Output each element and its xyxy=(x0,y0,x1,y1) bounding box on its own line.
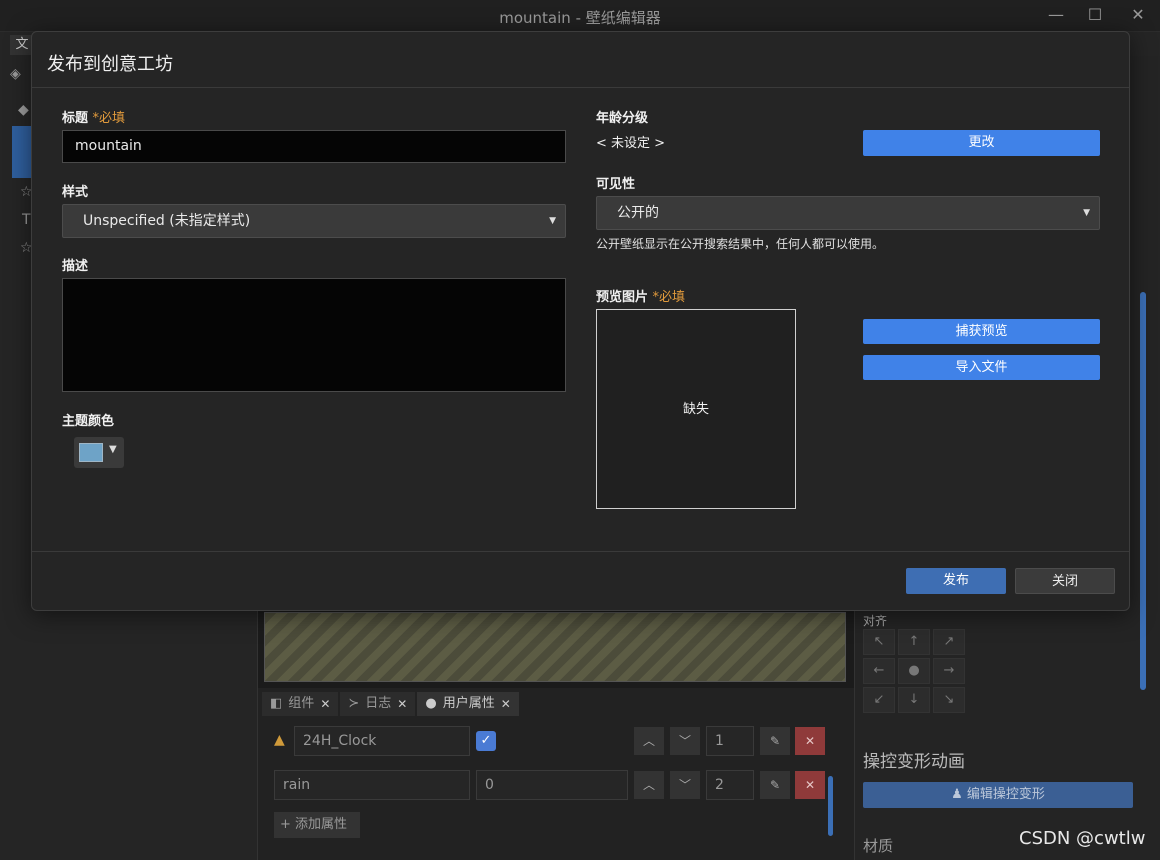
dialog-title: 发布到创意工坊 xyxy=(47,54,173,75)
close-tab-icon[interactable]: ✕ xyxy=(320,692,330,716)
move-up-icon[interactable]: ︿ xyxy=(634,771,664,799)
capture-preview-button[interactable]: 捕获预览 xyxy=(863,319,1100,344)
move-down-icon[interactable]: ﹀ xyxy=(670,771,700,799)
move-up-icon[interactable]: ︿ xyxy=(634,727,664,755)
property-order-field[interactable]: 1 xyxy=(706,726,754,756)
align-bottom-left-icon[interactable]: ↙ xyxy=(863,687,895,713)
delete-icon[interactable]: ✕ xyxy=(795,771,825,799)
chevron-down-icon: ▼ xyxy=(549,216,556,226)
change-age-rating-button[interactable]: 更改 xyxy=(863,130,1100,156)
style-select[interactable]: Unspecified (未指定样式) ▼ xyxy=(62,204,566,238)
publish-button[interactable]: 发布 xyxy=(906,568,1006,594)
add-property-button[interactable]: + 添加属性 xyxy=(274,812,360,838)
canvas-preview[interactable] xyxy=(264,612,846,682)
title-required-mark: *必填 xyxy=(92,111,126,126)
add-property-label: 添加属性 xyxy=(295,817,348,832)
divider xyxy=(32,551,1129,552)
close-button[interactable]: 关闭 xyxy=(1015,568,1115,594)
warning-icon: ▲ xyxy=(274,732,285,748)
plus-icon: + xyxy=(280,817,296,832)
person-icon: ♟ xyxy=(951,787,967,802)
align-grid: ↖ ↑ ↗ ← ● → ↙ ↓ ↘ xyxy=(863,629,967,713)
align-right-icon[interactable]: → xyxy=(933,658,965,684)
age-rating-label: 年龄分级 xyxy=(596,111,649,126)
description-textarea[interactable] xyxy=(62,278,566,392)
style-select-value: Unspecified (未指定样式) xyxy=(83,213,251,229)
watermark: CSDN @cwtlw xyxy=(1019,828,1146,849)
property-row: rain 0 ︿ ﹀ 2 ✎ ✕ xyxy=(274,770,834,800)
tab-user-properties[interactable]: ● 用户属性 ✕ xyxy=(417,692,519,716)
align-center-icon[interactable]: ● xyxy=(898,658,930,684)
tab-components-label: 组件 xyxy=(288,696,315,711)
age-rating-value: < 未设定 > xyxy=(596,136,666,151)
property-value-field[interactable]: 0 xyxy=(476,770,628,800)
edit-puppet-warp-button[interactable]: ♟ 编辑操控变形 xyxy=(863,782,1133,808)
theme-color-label: 主题颜色 xyxy=(62,414,115,429)
visibility-select[interactable]: 公开的 ▼ xyxy=(596,196,1100,230)
property-name-field[interactable]: 24H_Clock xyxy=(294,726,470,756)
preview-required-mark: *必填 xyxy=(652,290,686,305)
layer-selection-highlight xyxy=(12,126,32,178)
title-input[interactable]: mountain xyxy=(62,130,566,163)
preview-missing-text: 缺失 xyxy=(682,402,709,417)
terminal-icon: ≻ xyxy=(348,696,360,711)
divider xyxy=(32,87,1129,88)
user-icon: ● xyxy=(425,696,437,711)
title-label-text: 标题 xyxy=(62,111,89,126)
text-icon[interactable]: T xyxy=(22,212,31,228)
preview-label-text: 预览图片 xyxy=(596,290,649,305)
visibility-description: 公开壁纸显示在公开搜索结果中，任何人都可以使用。 xyxy=(596,237,885,251)
align-top-right-icon[interactable]: ↗ xyxy=(933,629,965,655)
edit-icon[interactable]: ✎ xyxy=(760,771,790,799)
theme-color-picker[interactable]: ▼ xyxy=(74,437,124,468)
preview-label: 预览图片 *必填 xyxy=(596,286,685,305)
property-order-field[interactable]: 2 xyxy=(706,770,754,800)
align-left-icon[interactable]: ← xyxy=(863,658,895,684)
align-bottom-right-icon[interactable]: ↘ xyxy=(933,687,965,713)
layers-icon[interactable]: ◈ xyxy=(10,66,21,82)
edit-puppet-warp-label: 编辑操控变形 xyxy=(966,787,1045,802)
right-panel-scrollbar[interactable] xyxy=(1140,292,1146,690)
property-row: ▲ 24H_Clock ✓ ︿ ﹀ 1 ✎ ✕ xyxy=(274,726,834,756)
property-name-field[interactable]: rain xyxy=(274,770,470,800)
tab-log-label: 日志 xyxy=(365,696,392,711)
import-file-button[interactable]: 导入文件 xyxy=(863,355,1100,380)
close-tab-icon[interactable]: ✕ xyxy=(397,692,407,716)
component-icon: ◧ xyxy=(270,696,283,711)
window-title: mountain - 壁纸编辑器 xyxy=(499,9,661,27)
material-title: 材质 xyxy=(863,837,894,855)
property-checkbox[interactable]: ✓ xyxy=(476,731,496,751)
align-top-icon[interactable]: ↑ xyxy=(898,629,930,655)
publish-workshop-dialog: 发布到创意工坊 标题 *必填 mountain 样式 Unspecified (… xyxy=(31,31,1130,611)
visibility-label: 可见性 xyxy=(596,177,636,192)
tab-user-properties-label: 用户属性 xyxy=(442,696,495,711)
preview-image: 缺失 xyxy=(596,309,796,509)
visibility-select-value: 公开的 xyxy=(617,205,659,221)
edit-icon[interactable]: ✎ xyxy=(760,727,790,755)
puppet-warp-title: 操控变形动画 xyxy=(863,752,965,772)
description-label: 描述 xyxy=(62,259,89,274)
maximize-icon[interactable]: ☐ xyxy=(1080,4,1110,26)
tab-log[interactable]: ≻ 日志 ✕ xyxy=(340,692,416,716)
window-titlebar: mountain - 壁纸编辑器 — ☐ ✕ xyxy=(0,0,1160,32)
bottom-tabs: ◧ 组件 ✕ ≻ 日志 ✕ ● 用户属性 ✕ xyxy=(262,692,519,716)
align-bottom-icon[interactable]: ↓ xyxy=(898,687,930,713)
align-label: 对齐 xyxy=(863,614,888,628)
close-tab-icon[interactable]: ✕ xyxy=(501,692,511,716)
stack-icon[interactable]: ◆ xyxy=(18,102,29,118)
color-swatch xyxy=(79,443,103,462)
chevron-down-icon: ▼ xyxy=(109,444,117,455)
close-window-icon[interactable]: ✕ xyxy=(1123,4,1153,26)
style-label: 样式 xyxy=(62,185,89,200)
bottom-panel-scrollbar[interactable] xyxy=(828,776,833,836)
title-label: 标题 *必填 xyxy=(62,107,125,126)
align-top-left-icon[interactable]: ↖ xyxy=(863,629,895,655)
chevron-down-icon: ▼ xyxy=(1083,208,1090,218)
delete-icon[interactable]: ✕ xyxy=(795,727,825,755)
minimize-icon[interactable]: — xyxy=(1041,4,1071,26)
tab-components[interactable]: ◧ 组件 ✕ xyxy=(262,692,339,716)
move-down-icon[interactable]: ﹀ xyxy=(670,727,700,755)
